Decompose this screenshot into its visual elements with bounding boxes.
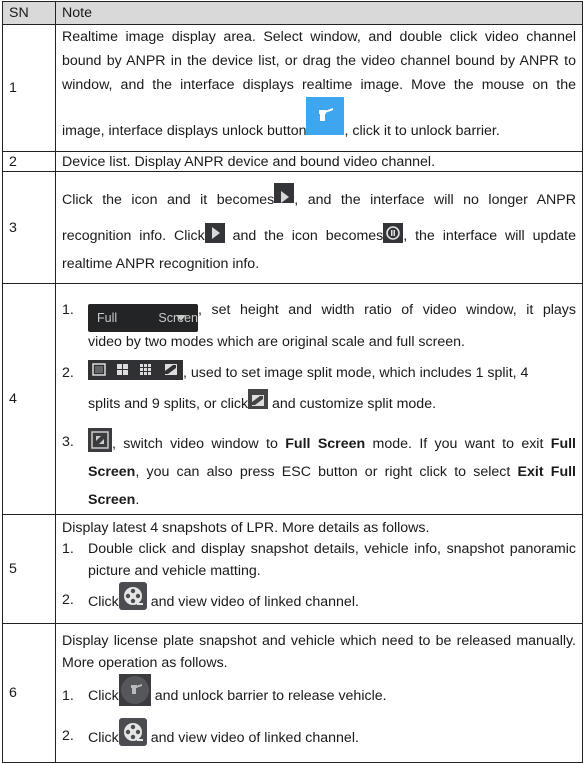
- list-item: 1. Double click and display snapshot det…: [62, 538, 576, 582]
- note-text: video by two modes which are original sc…: [88, 334, 465, 350]
- row-sn: 1: [2, 24, 56, 152]
- table-row: 4 1. Full Screen, set height and width r…: [2, 283, 583, 515]
- display-mode-dropdown[interactable]: Full Screen: [88, 304, 198, 332]
- item-number: 1.: [62, 302, 74, 318]
- table-row: 6 Display license plate snapshot and veh…: [2, 623, 583, 763]
- table-row: 2 Device list. Display ANPR device and b…: [2, 151, 583, 172]
- note-text: splits and 9 splits, or click: [88, 396, 249, 412]
- item-number: 3.: [62, 434, 74, 450]
- note-text: and view video of linked channel.: [146, 594, 359, 610]
- item-number: 2.: [62, 728, 74, 744]
- header-sn: SN: [2, 1, 56, 25]
- row-note: Realtime image display area. Select wind…: [55, 24, 583, 152]
- note-text: Double click and display snapshot detail…: [88, 541, 576, 579]
- note-text: , switch video window to: [112, 436, 286, 452]
- note-text: , you can also press ESC button or right…: [135, 464, 518, 480]
- list-item: 1. Click and unlock barrier to release v…: [62, 674, 576, 718]
- custom-split-icon: [165, 364, 177, 375]
- note-text: Realtime image display area. Select wind…: [62, 29, 576, 93]
- note-text: .: [135, 492, 140, 508]
- row-sn: 6: [2, 623, 56, 763]
- table-row: 1 Realtime image display area. Select wi…: [2, 24, 583, 152]
- list-item: 1. Full Screen, set height and width rat…: [62, 290, 576, 352]
- note-text: and unlock barrier to release vehicle.: [150, 688, 387, 704]
- row-note: Device list. Display ANPR device and bou…: [55, 151, 583, 172]
- note-text: and view video of linked channel.: [146, 730, 359, 746]
- split-4-icon: [117, 364, 128, 375]
- note-text: , used to set image split mode, which in…: [183, 365, 529, 381]
- unlock-barrier-icon: [118, 674, 151, 706]
- play-icon: [274, 182, 295, 203]
- note-text: Display latest 4 snapshots of LPR. More …: [62, 520, 430, 536]
- note-text-line: recognition info. Click and the icon bec…: [62, 220, 576, 252]
- row-sn: 4: [2, 283, 56, 515]
- note-text: , and the interface will no longer ANPR: [294, 191, 576, 208]
- note-text: , the interface will update: [403, 227, 576, 244]
- full-screen-icon: [88, 428, 112, 452]
- note-text: Click: [88, 730, 119, 746]
- item-number: 2.: [62, 365, 74, 381]
- table-header: SN Note: [2, 1, 583, 25]
- note-text: Click: [88, 688, 119, 704]
- note-text-line: image, interface displays unlock button …: [62, 97, 576, 151]
- item-number: 1.: [62, 541, 74, 557]
- table-row: 5 Display latest 4 snapshots of LPR. Mor…: [2, 514, 583, 624]
- list-item: 2. Click and view video of linked channe…: [62, 582, 576, 620]
- pause-refresh-icon: [383, 222, 404, 243]
- note-text: mode. If you want to exit: [365, 436, 551, 452]
- row-note: 1. Full Screen, set height and width rat…: [55, 283, 583, 515]
- row-note: Display latest 4 snapshots of LPR. More …: [55, 514, 583, 624]
- item-number: 1.: [62, 688, 74, 704]
- note-text: realtime ANPR recognition info.: [62, 255, 260, 272]
- split-mode-toolbar: [88, 360, 183, 380]
- note-text: and the icon becomes: [224, 227, 384, 244]
- note-text-line: Click the icon and it becomes , and the i…: [62, 180, 576, 220]
- list-item: 2. Click and view video of linked channe…: [62, 718, 576, 756]
- note-text: Click: [88, 594, 119, 610]
- custom-split-icon: [248, 389, 269, 409]
- play-icon: [204, 222, 225, 243]
- row-sn: 2: [2, 151, 56, 172]
- split-1-icon: [92, 363, 106, 376]
- note-text: recognition info. Click: [62, 227, 205, 244]
- note-text: image, interface displays unlock button: [62, 123, 307, 139]
- table-row: 3 Click the icon and it becomes , and the…: [2, 171, 583, 284]
- note-bold: Full Screen: [285, 436, 366, 452]
- notes-table: SN Note 1 Realtime image display area. S…: [2, 1, 583, 763]
- note-text: , click it to unlock barrier.: [344, 123, 500, 139]
- note-text: and customize split mode.: [268, 396, 437, 412]
- split-9-icon: [140, 364, 151, 375]
- unlock-barrier-icon: [306, 97, 345, 135]
- note-text: , set height and width ratio of video wi…: [198, 302, 576, 318]
- row-note: Display license plate snapshot and vehic…: [55, 623, 583, 763]
- row-note: Click the icon and it becomes , and the i…: [55, 171, 583, 284]
- row-sn: 5: [2, 514, 56, 624]
- list-item: 3. , switch video window to Full Screen …: [62, 428, 576, 514]
- chevron-down-icon: [176, 315, 186, 321]
- row-sn: 3: [2, 171, 56, 284]
- video-reel-icon: [118, 582, 147, 610]
- header-note: Note: [55, 1, 583, 25]
- list-item: 2. , used to set image split mode, which…: [62, 360, 576, 422]
- note-text: Display license plate snapshot and vehic…: [62, 633, 576, 671]
- note-text: Click the icon and it becomes: [62, 191, 275, 208]
- video-reel-icon: [118, 718, 147, 746]
- item-number: 2.: [62, 592, 74, 608]
